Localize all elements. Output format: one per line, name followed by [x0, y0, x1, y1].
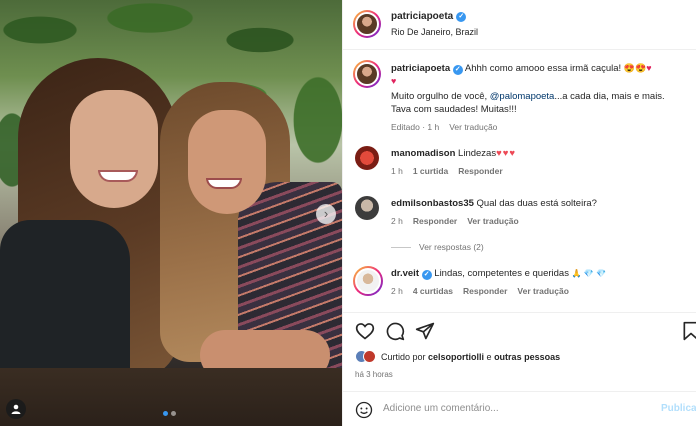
- liker-avatars[interactable]: [355, 350, 376, 363]
- post-photo[interactable]: ›: [0, 0, 342, 426]
- comment-icon[interactable]: [385, 321, 405, 341]
- likes-user[interactable]: celsoportiolli: [428, 352, 484, 362]
- comment-body: manomadison Lindezas♥♥♥: [391, 148, 681, 160]
- avatar: [363, 350, 376, 363]
- caption-body: patriciapoeta ✓ Ahhh como amooo essa irm…: [391, 62, 696, 134]
- view-replies-label[interactable]: Ver respostas (2): [419, 242, 484, 252]
- comment-input[interactable]: Adicione um comentário...: [383, 403, 499, 414]
- caption-text-4: Tava com saudades! Muitas!!!: [391, 104, 517, 115]
- post-location[interactable]: Rio De Janeiro, Brazil: [391, 27, 478, 37]
- caption-username[interactable]: patriciapoeta: [391, 63, 450, 74]
- post-header: patriciapoeta ✓ Rio De Janeiro, Brazil: [343, 0, 696, 50]
- person-right-face: [188, 110, 266, 214]
- comment-translate-link[interactable]: Ver tradução: [467, 216, 519, 226]
- likes-text: Curtido por celsoportiolli e outras pess…: [381, 352, 560, 362]
- publish-button[interactable]: Publicar: [661, 403, 696, 414]
- person-left-smile: [98, 170, 138, 182]
- comment-time: 1 h: [391, 166, 403, 176]
- caption-emojis-2: ♥: [391, 76, 397, 86]
- comment-username[interactable]: manomadison: [391, 148, 455, 159]
- avatar[interactable]: [355, 196, 379, 220]
- caption-text-1: Ahhh como amooo essa irmã caçula!: [462, 63, 624, 74]
- caption-mention[interactable]: @palomapoeta: [490, 91, 555, 102]
- comment-item: manomadison Lindezas♥♥♥ 1 h 1 curtida Re…: [353, 146, 696, 186]
- caption-text-3: ...a cada dia, mais e mais.: [554, 91, 665, 102]
- likes-suffix: e: [484, 351, 495, 362]
- post-author-username[interactable]: patriciapoeta: [391, 11, 453, 22]
- comment-meta: 2 h Responder Ver tradução: [391, 216, 519, 226]
- comment-time: 2 h: [391, 286, 403, 296]
- emoji-icon[interactable]: [355, 401, 373, 419]
- avatar[interactable]: [353, 10, 381, 38]
- chevron-right-icon[interactable]: ›: [316, 204, 336, 224]
- carousel-dot: [171, 411, 176, 416]
- verified-icon: ✓: [456, 11, 467, 22]
- comment-body: dr.veit ✓ Lindas, competentes e queridas…: [391, 268, 681, 280]
- view-replies-line: [391, 246, 411, 248]
- verified-icon: ✓: [421, 270, 432, 280]
- heart-icon[interactable]: [355, 321, 375, 341]
- likes-summary: Curtido por celsoportiolli e outras pess…: [355, 350, 560, 363]
- post-actions-bar: [343, 312, 696, 348]
- person-left-face: [70, 90, 158, 208]
- carousel-dot-active: [163, 411, 168, 416]
- table-surface: [0, 368, 342, 426]
- avatar[interactable]: [355, 146, 379, 170]
- caption-translate-link[interactable]: Ver tradução: [449, 121, 497, 134]
- verified-icon: ✓: [452, 65, 463, 75]
- view-replies-button[interactable]: Ver respostas (2): [391, 242, 484, 252]
- person-right-smile: [206, 178, 242, 189]
- avatar[interactable]: [353, 60, 381, 88]
- add-comment-bar: Adicione um comentário... Publicar: [343, 391, 696, 426]
- post-side-panel: patriciapoeta ✓ Rio De Janeiro, Brazil p…: [342, 0, 696, 426]
- comment-translate-link[interactable]: Ver tradução: [517, 286, 569, 296]
- caption-emojis-1: 😍😍♥: [623, 63, 652, 73]
- comment-hearts: ♥♥♥: [496, 148, 516, 159]
- comment-reply-button[interactable]: Responder: [413, 216, 457, 226]
- comment-likes[interactable]: 4 curtidas: [413, 286, 453, 296]
- comment-item: dr.veit ✓ Lindas, competentes e queridas…: [353, 266, 696, 306]
- share-icon[interactable]: [415, 321, 435, 341]
- user-tag-icon[interactable]: [6, 399, 26, 419]
- comment-text: Qual das duas está solteira?: [473, 198, 597, 209]
- comment-username[interactable]: dr.veit: [391, 268, 419, 279]
- comment-text: Lindezas: [455, 148, 497, 159]
- likes-others[interactable]: outras pessoas: [494, 352, 560, 362]
- carousel-dots: [163, 411, 176, 416]
- comment-meta: 2 h 4 curtidas Responder Ver tradução: [391, 286, 569, 296]
- caption-text-2: Muito orgulho de você,: [391, 91, 490, 102]
- comment-body: edmilsonbastos35 Qual das duas está solt…: [391, 198, 681, 210]
- save-icon[interactable]: [681, 321, 696, 341]
- caption-edited: Editado · 1 h: [391, 122, 440, 132]
- comment-text: Lindas, competentes e queridas: [431, 268, 572, 279]
- comment-reply-button[interactable]: Responder: [458, 166, 502, 176]
- comment-item: edmilsonbastos35 Qual das duas está solt…: [353, 196, 696, 236]
- comment-likes[interactable]: 1 curtida: [413, 166, 448, 176]
- avatar[interactable]: [353, 266, 383, 296]
- comment-time: 2 h: [391, 216, 403, 226]
- post-timestamp[interactable]: há 3 horas: [355, 370, 393, 379]
- likes-prefix: Curtido por: [381, 351, 429, 362]
- comment-emojis: 🙏 💎 💎: [571, 269, 606, 278]
- comment-meta: 1 h 1 curtida Responder: [391, 166, 503, 176]
- comment-username[interactable]: edmilsonbastos35: [391, 198, 474, 209]
- comment-reply-button[interactable]: Responder: [463, 286, 507, 296]
- post-author[interactable]: patriciapoeta ✓: [391, 11, 467, 22]
- caption-meta: Editado · 1 h Ver tradução: [391, 121, 696, 134]
